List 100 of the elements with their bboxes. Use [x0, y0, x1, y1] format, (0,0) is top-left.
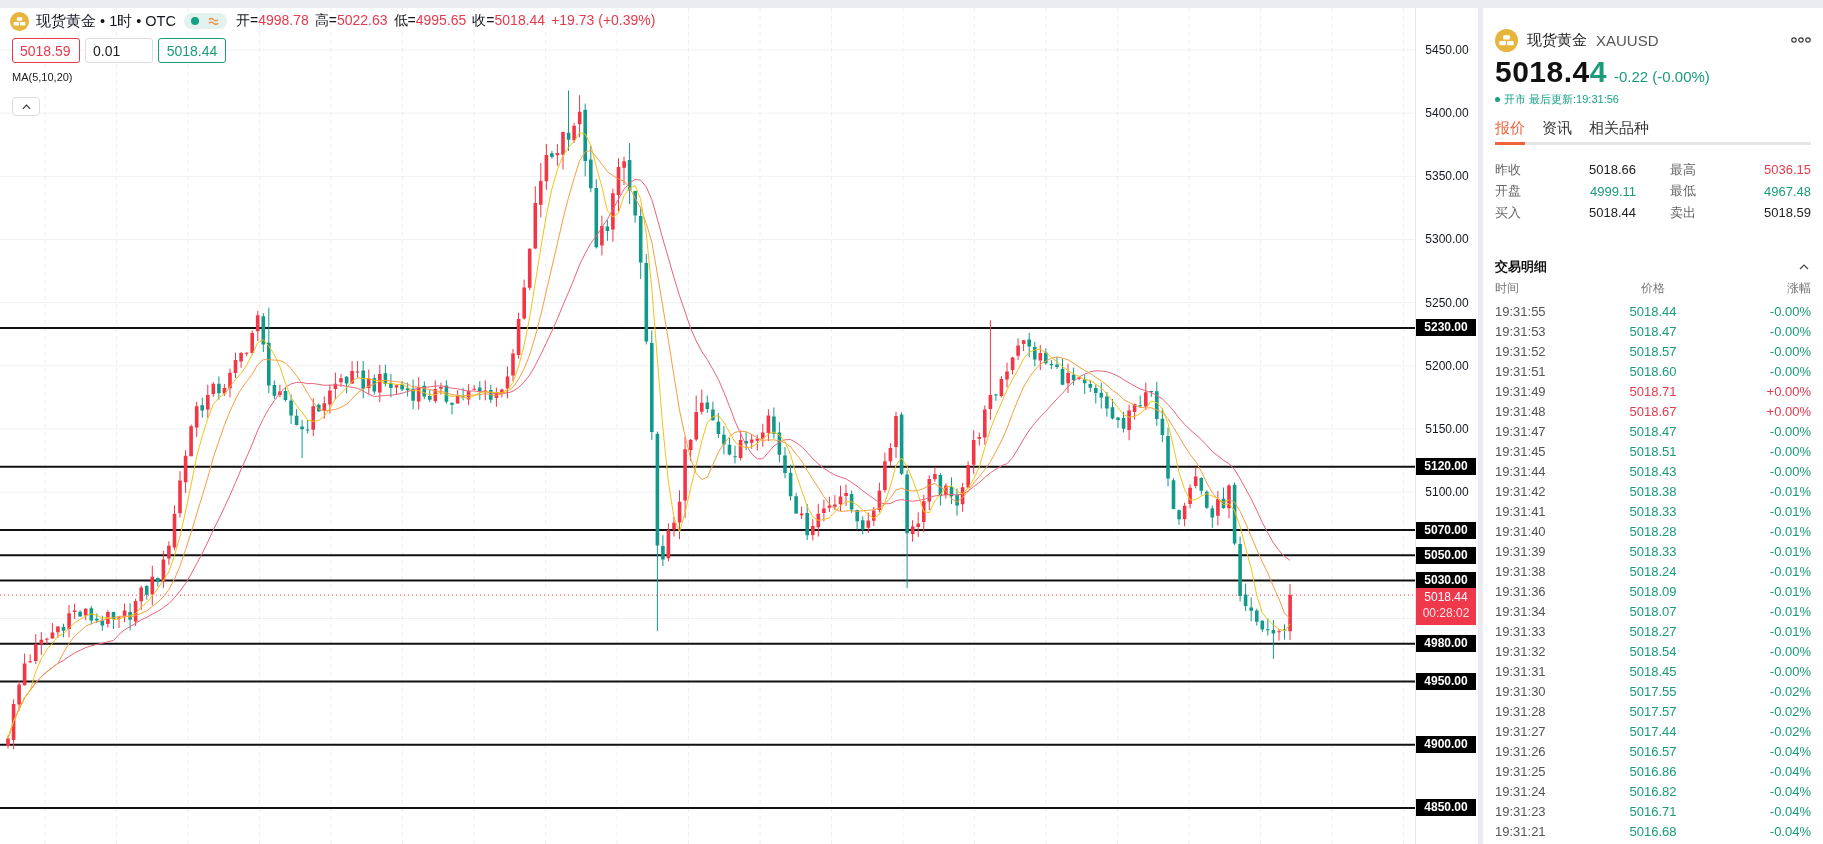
trade-change: -0.01%: [1769, 504, 1811, 519]
trade-change: -0.04%: [1769, 744, 1811, 759]
trade-price: 5017.57: [1629, 704, 1677, 719]
trade-change: -0.02%: [1769, 684, 1811, 699]
sell-button[interactable]: 5018.59: [12, 38, 80, 63]
trade-change: -0.00%: [1769, 324, 1811, 339]
stat-value: 4967.48: [1764, 183, 1811, 199]
trade-change: -0.00%: [1769, 424, 1811, 439]
trade-change: -0.00%: [1769, 364, 1811, 379]
trade-time: 19:31:36: [1495, 584, 1546, 599]
trade-price: 5018.07: [1629, 604, 1677, 619]
trade-time: 19:31:47: [1495, 424, 1546, 439]
status-pill[interactable]: [183, 13, 227, 29]
trade-time: 19:31:41: [1495, 504, 1546, 519]
stat-label: 最高: [1670, 160, 1696, 179]
trade-time: 19:31:51: [1495, 364, 1546, 379]
tab[interactable]: 资讯: [1542, 118, 1572, 145]
trade-time: 19:31:52: [1495, 344, 1546, 359]
trade-price: 5017.44: [1629, 724, 1677, 739]
trade-change: -0.01%: [1769, 564, 1811, 579]
stat-value: 5018.59: [1764, 205, 1811, 221]
price-axis-label: 5250.00: [1424, 294, 1470, 311]
quantity-field[interactable]: 0.01: [85, 38, 153, 63]
indicator-label: MA(5,10,20): [12, 71, 73, 83]
bar-countdown: 00:28:02: [1422, 605, 1470, 622]
trade-price: 5018.45: [1629, 664, 1677, 679]
trade-price: 5018.33: [1629, 544, 1677, 559]
trade-time: 19:31:55: [1495, 304, 1546, 319]
trade-change: -0.00%: [1769, 304, 1811, 319]
trade-time: 19:31:44: [1495, 464, 1546, 479]
trade-price: 5018.54: [1629, 644, 1677, 659]
column-header: 涨幅: [1787, 280, 1811, 297]
price-line-label: 5230.00: [1416, 319, 1476, 337]
price-axis-label: 5100.00: [1424, 484, 1470, 501]
market-status: 开市 最后更新:19:31:56: [1504, 91, 1619, 107]
instrument-symbol: XAUUSD: [1596, 31, 1659, 49]
trade-time: 19:31:39: [1495, 544, 1546, 559]
trade-change: -0.00%: [1769, 464, 1811, 479]
trade-time: 19:31:31: [1495, 664, 1546, 679]
trade-time: 19:31:38: [1495, 564, 1546, 579]
trade-time: 19:31:34: [1495, 604, 1546, 619]
collapse-button[interactable]: [1799, 263, 1809, 270]
stat-label: 最低: [1670, 182, 1696, 201]
buy-button[interactable]: 5018.44: [158, 38, 226, 63]
symbol-title: 现货黄金 • 1时 • OTC: [36, 11, 176, 31]
trade-time: 19:31:23: [1495, 804, 1546, 819]
wave-icon: [207, 17, 219, 25]
trade-time: 19:31:26: [1495, 744, 1546, 759]
trade-change: -0.02%: [1769, 704, 1811, 719]
ohlc-value: 开=4998.78: [235, 12, 309, 30]
price-line-label: 4980.00: [1416, 635, 1476, 653]
price-change: -0.22 (-0.00%): [1613, 68, 1710, 85]
trade-change: +0.00%: [1766, 404, 1811, 419]
trade-change: -0.04%: [1769, 824, 1811, 839]
trade-time: 19:31:40: [1495, 524, 1546, 539]
trade-time: 19:31:49: [1495, 384, 1546, 399]
trade-change: -0.01%: [1769, 584, 1811, 599]
trade-price: 5018.09: [1629, 584, 1677, 599]
trade-time: 19:31:28: [1495, 704, 1546, 719]
trade-price: 5018.44: [1629, 304, 1677, 319]
trade-price: 5018.57: [1629, 344, 1677, 359]
more-button[interactable]: [1791, 37, 1811, 43]
ohlc-value: 高=5022.63: [314, 12, 388, 30]
trade-time: 19:31:53: [1495, 324, 1546, 339]
trade-change: -0.00%: [1769, 344, 1811, 359]
trade-change: -0.00%: [1769, 444, 1811, 459]
instrument-name: 现货黄金: [1527, 30, 1587, 50]
price-axis-label: 5300.00: [1424, 231, 1470, 248]
price-line-label: 5120.00: [1416, 458, 1476, 476]
trade-price: 5018.67: [1629, 404, 1677, 419]
stat-label: 昨收: [1495, 160, 1521, 179]
trade-price: 5018.51: [1629, 444, 1677, 459]
trade-price: 5018.71: [1629, 384, 1677, 399]
last-price-value: 5018.44: [1424, 590, 1468, 606]
last-price: 5018.44: [1495, 56, 1607, 88]
trade-time: 19:31:45: [1495, 444, 1546, 459]
column-header: 时间: [1495, 280, 1519, 297]
trade-price: 5018.47: [1629, 424, 1677, 439]
tab[interactable]: 相关品种: [1589, 118, 1649, 145]
trade-price: 5016.82: [1629, 784, 1677, 799]
price-line-label: 4950.00: [1416, 673, 1476, 691]
trade-change: -0.01%: [1769, 484, 1811, 499]
trade-price: 5016.68: [1629, 824, 1677, 839]
trade-price: 5018.38: [1629, 484, 1677, 499]
column-header: 价格: [1641, 280, 1665, 297]
trade-change: -0.01%: [1769, 524, 1811, 539]
trade-price: 5018.47: [1629, 324, 1677, 339]
trade-price: 5018.60: [1629, 364, 1677, 379]
stat-value: 4999.11: [1589, 183, 1636, 199]
chevron-up-icon: [21, 103, 31, 110]
trade-price: 5016.57: [1629, 744, 1677, 759]
trade-change: -0.04%: [1769, 784, 1811, 799]
status-dot-icon: [190, 17, 199, 25]
price-axis-label: 5150.00: [1424, 420, 1470, 437]
trade-price: 5016.71: [1629, 804, 1677, 819]
trade-change: -0.02%: [1769, 724, 1811, 739]
trade-price: 5018.24: [1629, 564, 1677, 579]
trade-time: 19:31:33: [1495, 624, 1546, 639]
stat-value: 5018.44: [1589, 205, 1636, 221]
trade-time: 19:31:42: [1495, 484, 1546, 499]
